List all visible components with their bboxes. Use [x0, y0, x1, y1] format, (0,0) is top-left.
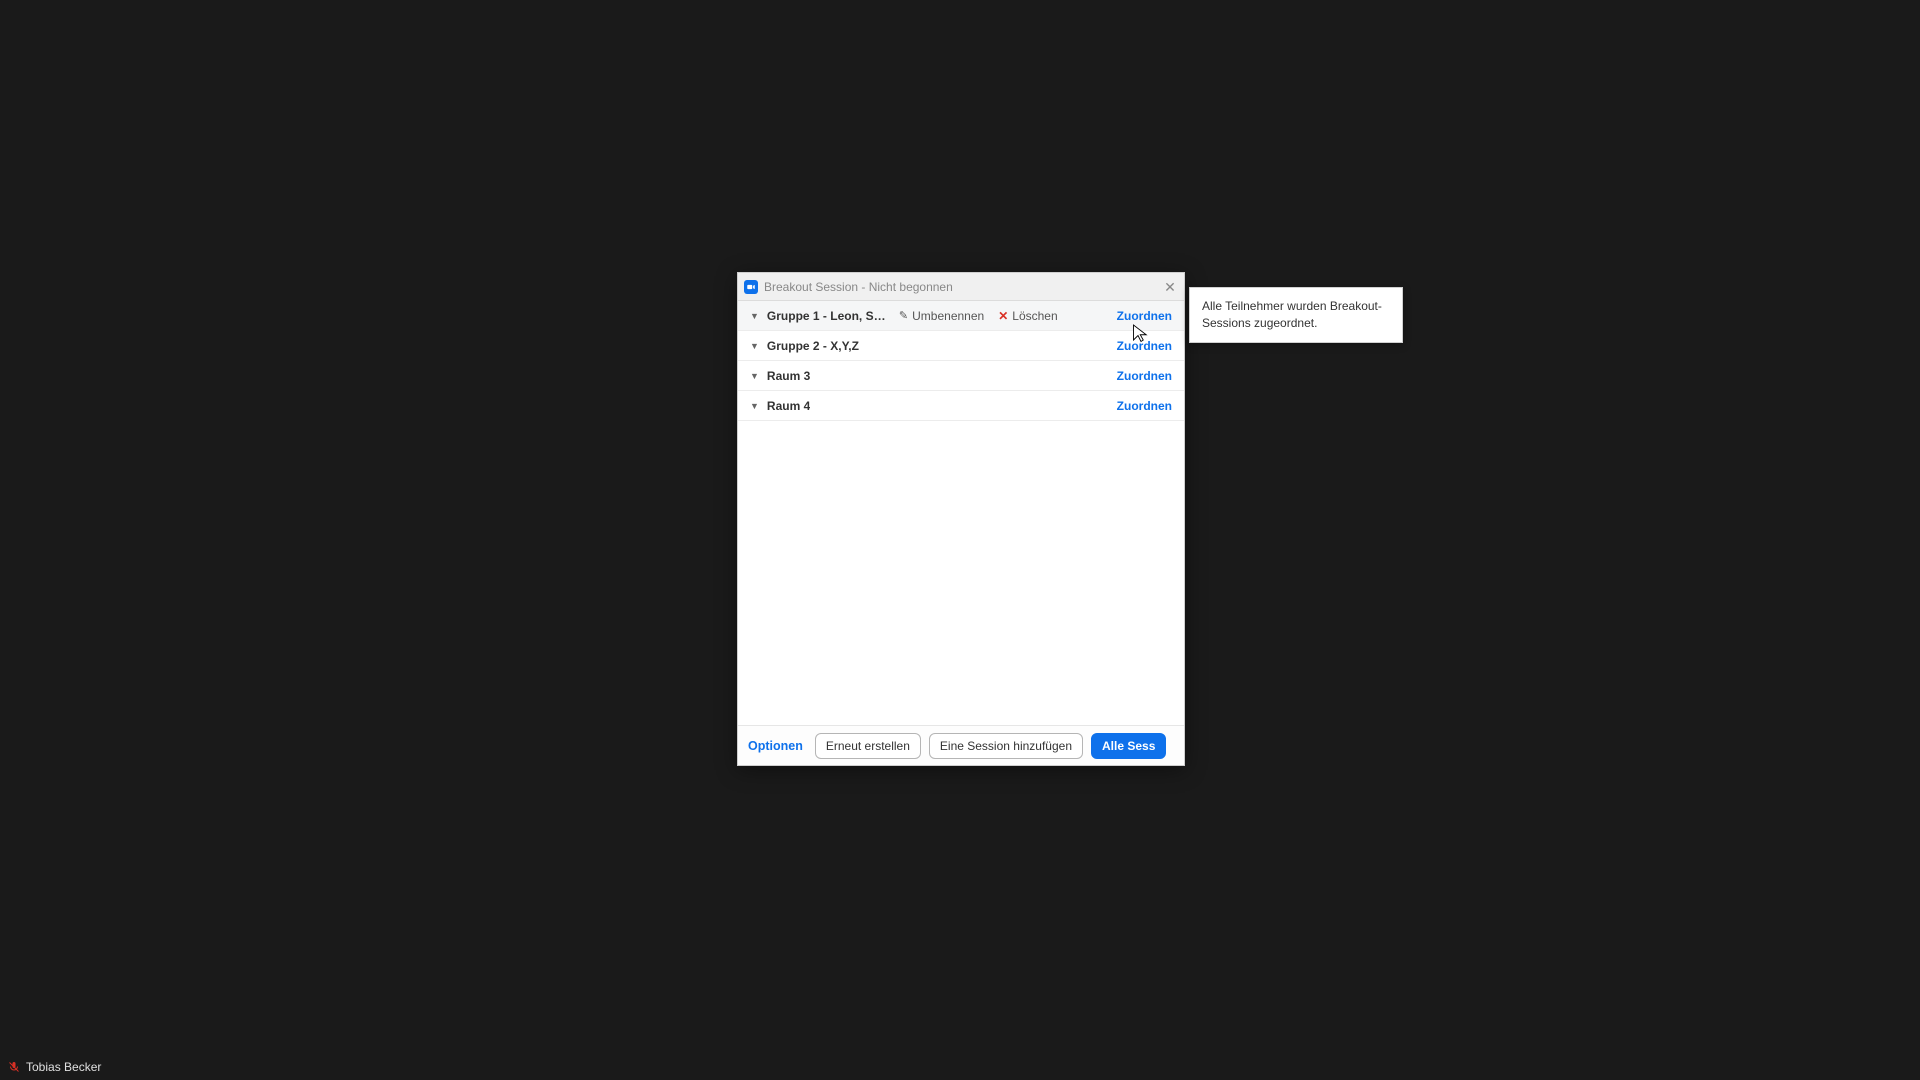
zoom-app-icon	[744, 280, 758, 294]
assign-button[interactable]: Zuordnen	[1117, 369, 1172, 383]
caret-down-icon: ▼	[750, 371, 759, 381]
tooltip-text: Alle Teilnehmer wurden Breakout-Sessions…	[1202, 299, 1382, 330]
caret-down-icon: ▼	[750, 341, 759, 351]
room-name: Raum 4	[767, 399, 810, 413]
start-all-sessions-button[interactable]: Alle Sess	[1091, 733, 1166, 759]
rename-label: Umbenennen	[912, 309, 984, 323]
dialog-title: Breakout Session - Nicht begonnen	[764, 280, 953, 294]
breakout-session-dialog: Breakout Session - Nicht begonnen ✕ ▼ Gr…	[737, 272, 1185, 766]
room-row[interactable]: ▼ Raum 3 Zuordnen	[738, 361, 1184, 391]
assign-button[interactable]: Zuordnen	[1117, 339, 1172, 353]
assignment-tooltip: Alle Teilnehmer wurden Breakout-Sessions…	[1189, 287, 1403, 343]
pencil-icon: ✎	[899, 309, 908, 322]
room-row[interactable]: ▼ Raum 4 Zuordnen	[738, 391, 1184, 421]
room-name: Raum 3	[767, 369, 810, 383]
delete-label: Löschen	[1012, 309, 1057, 323]
room-name: Gruppe 1 - Leon, Sa...	[767, 309, 887, 323]
caret-down-icon: ▼	[750, 311, 759, 321]
add-session-button[interactable]: Eine Session hinzufügen	[929, 733, 1083, 759]
room-name: Gruppe 2 - X,Y,Z	[767, 339, 859, 353]
room-row[interactable]: ▼ Gruppe 2 - X,Y,Z Zuordnen	[738, 331, 1184, 361]
delete-room-button[interactable]: ✕ Löschen	[998, 309, 1057, 323]
dialog-titlebar: Breakout Session - Nicht begonnen ✕	[738, 273, 1184, 301]
room-row[interactable]: ▼ Gruppe 1 - Leon, Sa... ✎ Umbenennen ✕ …	[738, 301, 1184, 331]
room-list: ▼ Gruppe 1 - Leon, Sa... ✎ Umbenennen ✕ …	[738, 301, 1184, 725]
muted-mic-icon	[8, 1060, 20, 1074]
delete-x-icon: ✕	[998, 309, 1008, 323]
participant-name: Tobias Becker	[26, 1060, 101, 1074]
close-icon[interactable]: ✕	[1160, 277, 1180, 297]
dialog-footer: Optionen Erneut erstellen Eine Session h…	[738, 725, 1184, 765]
rename-room-button[interactable]: ✎ Umbenennen	[899, 309, 984, 323]
caret-down-icon: ▼	[750, 401, 759, 411]
recreate-button[interactable]: Erneut erstellen	[815, 733, 921, 759]
room-inline-actions: ✎ Umbenennen ✕ Löschen	[899, 309, 1058, 323]
participant-name-overlay: Tobias Becker	[4, 1058, 105, 1076]
options-button[interactable]: Optionen	[748, 739, 803, 753]
assign-button[interactable]: Zuordnen	[1117, 399, 1172, 413]
assign-button[interactable]: Zuordnen	[1117, 309, 1172, 323]
